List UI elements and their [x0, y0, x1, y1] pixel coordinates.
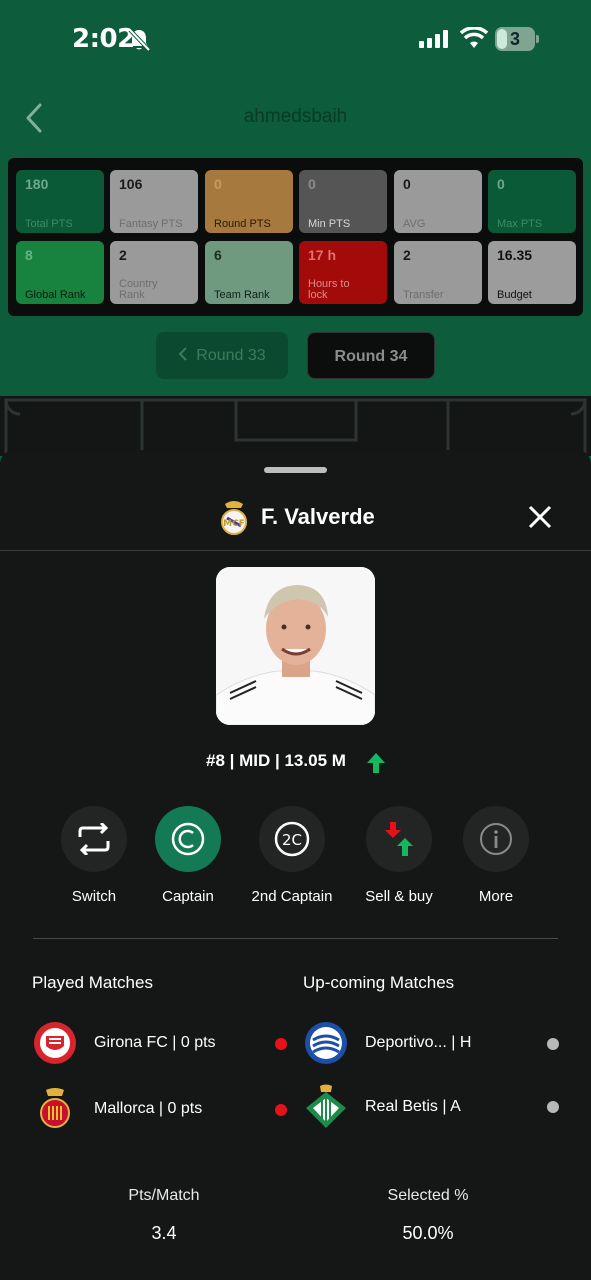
wifi-icon [460, 27, 488, 48]
stat-fantasy-pts: 106 Fantasy PTS [110, 170, 198, 233]
previous-round-label: Round 33 [196, 347, 266, 364]
mallorca-crest-icon [40, 1088, 70, 1128]
page-title: ahmedsbaih [243, 106, 348, 127]
upcoming-match-text: Deportivo... | H [365, 1034, 472, 1051]
played-status-dot [275, 1104, 287, 1116]
played-match-row[interactable]: Mallorca | 0 pts [32, 1086, 292, 1132]
section-divider [33, 938, 558, 939]
upcoming-matches-title: Up-coming Matches [303, 973, 455, 992]
price-up-arrow-icon [367, 753, 385, 773]
stat-min-pts: 0 Min PTS [299, 170, 387, 233]
selected-percent-label: Selected % [387, 1187, 469, 1204]
player-bottom-sheet: MCF F. Valverde #8 | MID | 13.05 M Switc… [0, 450, 591, 1280]
close-icon[interactable] [528, 505, 552, 529]
upcoming-match-text: Real Betis | A [365, 1098, 461, 1115]
real-madrid-crest-icon: MCF [221, 501, 247, 535]
captain-button[interactable]: Captain [133, 806, 243, 905]
pitch-lines [4, 398, 587, 456]
alaves-crest-icon [305, 1022, 347, 1064]
stat-max-pts: 0 Max PTS [488, 170, 576, 233]
status-bar: 2:02 3 [0, 0, 591, 80]
stat-round-pts: 0 Round PTS [205, 170, 293, 233]
stats-grid: 180 Total PTS 106 Fantasy PTS 0 Round PT… [8, 158, 583, 316]
previous-round-button[interactable]: Round 33 [156, 332, 288, 379]
battery-indicator: 3 [495, 27, 539, 51]
betis-crest-icon [306, 1084, 346, 1128]
stat-budget: 16.35 Budget [488, 241, 576, 304]
played-match-text: Mallorca | 0 pts [94, 1100, 203, 1117]
pitch-background [0, 396, 591, 456]
pts-per-match-label: Pts/Match [128, 1187, 200, 1204]
upcoming-status-dot [547, 1101, 559, 1113]
sell-buy-icon [385, 822, 413, 856]
upcoming-match-row[interactable]: Real Betis | A [303, 1084, 533, 1130]
header-divider [0, 550, 591, 551]
second-captain-label: 2nd Captain [251, 888, 333, 905]
stat-transfer: 2 Transfer [394, 241, 482, 304]
sheet-drag-handle[interactable] [264, 467, 327, 473]
second-captain-icon: 2C [274, 821, 310, 857]
played-match-text: Girona FC | 0 pts [94, 1034, 216, 1051]
stat-avg: 0 AVG [394, 170, 482, 233]
current-round-button[interactable]: Round 34 [307, 332, 435, 379]
sell-buy-label: Sell & buy [365, 888, 433, 905]
captain-label: Captain [162, 888, 214, 905]
svg-text:MCF: MCF [223, 519, 245, 529]
played-status-dot [275, 1038, 287, 1050]
girona-crest-icon [34, 1022, 76, 1064]
sell-buy-button[interactable]: Sell & buy [344, 806, 454, 905]
played-match-row[interactable]: Girona FC | 0 pts [32, 1020, 292, 1066]
info-icon [480, 823, 512, 855]
cellular-signal-icon [419, 30, 448, 48]
chevron-left-icon [178, 347, 188, 361]
played-matches-title: Played Matches [32, 973, 153, 992]
stat-global-rank: 8 Global Rank [16, 241, 104, 304]
stat-total-pts: 180 Total PTS [16, 170, 104, 233]
selected-percent-value: 50.0% [402, 1223, 454, 1243]
stat-team-rank: 6 Team Rank [205, 241, 293, 304]
status-time: 2:02 [72, 24, 135, 54]
captain-icon [171, 822, 205, 856]
svg-text:2C: 2C [282, 831, 302, 849]
upcoming-match-row[interactable]: Deportivo... | H [303, 1020, 533, 1066]
switch-icon [78, 823, 110, 855]
more-label: More [478, 888, 514, 905]
stat-hours-to-lock: 17 h Hours to lock [299, 241, 387, 304]
stat-country-rank: 2 Country Rank [110, 241, 198, 304]
player-name: F. Valverde [261, 504, 375, 529]
pts-per-match-value: 3.4 [151, 1223, 177, 1243]
bell-muted-icon [128, 28, 150, 52]
upcoming-status-dot [547, 1038, 559, 1050]
player-meta: #8 | MID | 13.05 M [206, 751, 346, 770]
player-photo [216, 567, 375, 725]
second-captain-button[interactable]: 2C 2nd Captain [237, 806, 347, 905]
more-button[interactable]: More [441, 806, 551, 905]
current-round-label: Round 34 [334, 348, 408, 365]
